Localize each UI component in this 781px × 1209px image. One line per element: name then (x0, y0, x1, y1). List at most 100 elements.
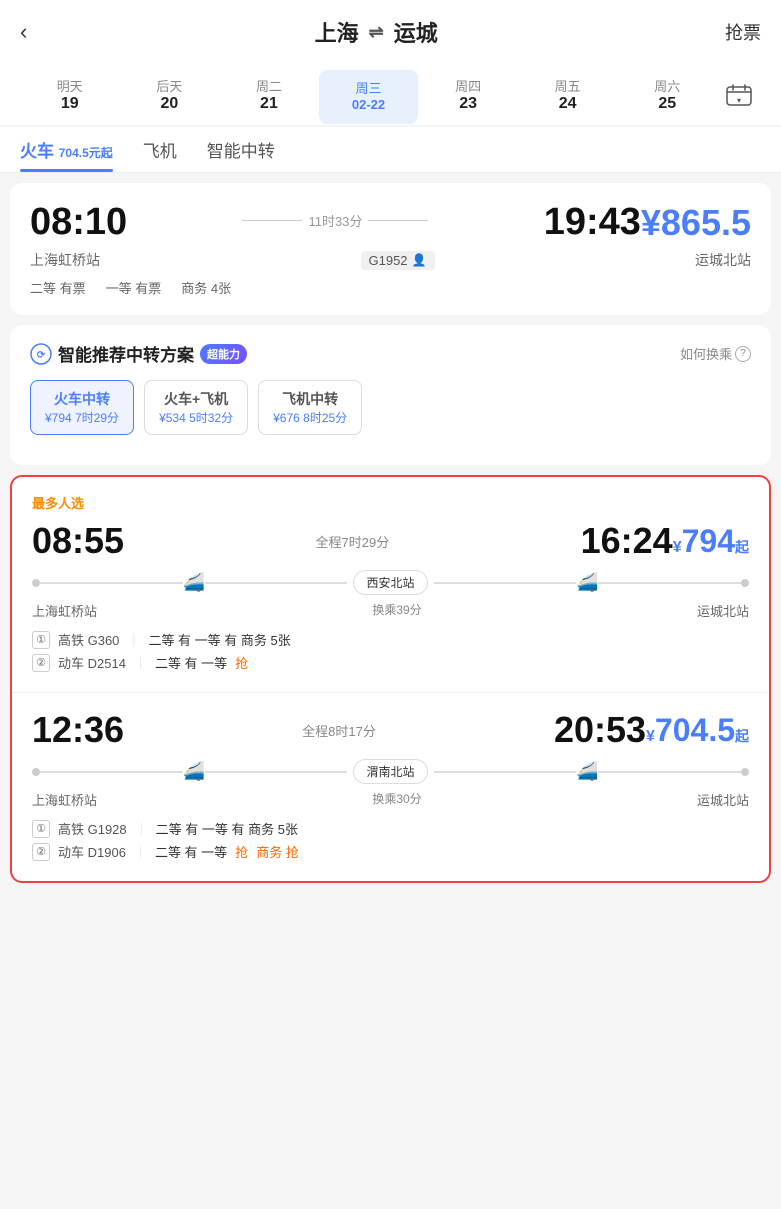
transport-tabs: 火车 704.5元起 飞机 智能中转 (0, 127, 781, 173)
route-line-left-2 (40, 771, 183, 773)
from-station-2: 上海虹桥站 (32, 790, 97, 809)
date-tab-sat[interactable]: 周六 25 (617, 68, 717, 125)
seat-info: 二等 有票 一等 有票 商务 4张 (30, 278, 751, 297)
seats-1-2: 二等 有 一等 (155, 653, 227, 672)
tab-flight[interactable]: 飞机 (143, 137, 177, 172)
transfer-tab-train-flight[interactable]: 火车+飞机 ¥534 5时32分 (144, 380, 248, 435)
direct-train-card[interactable]: 08:10 11时33分 19:43 ¥865.5 上海虹桥站 G1952 👤 … (10, 183, 771, 315)
date-tab-tue[interactable]: 周二 21 (219, 68, 319, 125)
seat-second-class: 二等 有票 (30, 278, 86, 297)
train-seq-2-2: ② (32, 843, 50, 861)
duration-line: 11时33分 (127, 211, 543, 230)
duration-bar-left (242, 220, 302, 221)
price-suffix-1: 起 (735, 539, 749, 555)
business-limited-2-2: 商务 抢 (256, 842, 299, 861)
result-item-2[interactable]: 12:36 全程8时17分 20:53 ¥704.5起 🚄 渭南北站 🚄 上海虹… (12, 693, 769, 881)
price-prefix-1: ¥ (673, 539, 682, 556)
day-label: 周三 (323, 78, 415, 97)
result-main-row-2: 12:36 全程8时17分 20:53 ¥704.5起 (32, 709, 749, 751)
transfer-route-row-2: 🚄 渭南北站 🚄 (32, 759, 749, 784)
depart-station: 上海虹桥站 (30, 250, 100, 270)
route-line-right-1 (598, 582, 741, 584)
train-icon-left-2: 🚄 (183, 761, 205, 782)
depart-time-1: 08:55 (32, 520, 124, 562)
date-num: 23 (422, 95, 514, 113)
date-tab-thu[interactable]: 周四 23 (418, 68, 518, 125)
train-no-2-1: 高铁 G1928 (58, 819, 127, 838)
price-suffix-2: 起 (735, 728, 749, 744)
route-title: 上海 ⇌ 运城 (315, 16, 438, 48)
transfer-tab-fl-label: 飞机中转 (282, 391, 338, 407)
route-line-mid2-2 (434, 771, 577, 773)
price-2: ¥704.5起 (646, 712, 749, 749)
smart-title: ⟳ 智能推荐中转方案 超能力 (30, 341, 247, 366)
person-icon: 👤 (412, 253, 427, 267)
month-date: 02-22 (323, 97, 415, 112)
arrive-time-2: 20:53 (554, 709, 646, 751)
route-dot-right-2 (741, 768, 749, 776)
duration-2: 全程8时17分 (124, 721, 554, 740)
train-seq-2-1: ① (32, 820, 50, 838)
arrive-time-1: 16:24 (581, 520, 673, 562)
date-tab-fri[interactable]: 周五 24 (518, 68, 618, 125)
date-tab-wed[interactable]: 周三 02-22 (319, 70, 419, 124)
route-dot-right-1 (741, 579, 749, 587)
calendar-icon-button[interactable]: ▾ (717, 76, 761, 118)
smart-title-row: ⟳ 智能推荐中转方案 超能力 如何换乘 ? (30, 341, 751, 366)
depart-time: 08:10 (30, 201, 127, 244)
result-main-row-1: 08:55 全程7时29分 16:24 ¥794起 (32, 520, 749, 562)
train-sub-row: 上海虹桥站 G1952 👤 运城北站 (30, 250, 751, 270)
train-detail-1-2: ② 动车 D2514 ｜ 二等 有 一等 抢 (32, 653, 749, 672)
date-tab-day-after[interactable]: 后天 20 (120, 68, 220, 125)
tab-train[interactable]: 火车 704.5元起 (20, 137, 113, 172)
back-button[interactable]: ‹ (20, 19, 27, 45)
how-to-transfer[interactable]: 如何换乘 ? (680, 344, 751, 363)
train-price: ¥865.5 (641, 202, 751, 244)
transfer-type-tabs: 火车中转 ¥794 7时29分 火车+飞机 ¥534 5时32分 飞机中转 ¥6… (30, 380, 751, 435)
date-tab-tomorrow[interactable]: 明天 19 (20, 68, 120, 125)
duration-1: 全程7时29分 (124, 532, 581, 551)
depart-time-2: 12:36 (32, 709, 124, 751)
result-item-1[interactable]: 最多人选 08:55 全程7时29分 16:24 ¥794起 🚄 西安北站 🚄 … (12, 477, 769, 693)
transfer-tab-tf-label: 火车+飞机 (164, 391, 228, 407)
route-line-left-1 (40, 582, 183, 584)
question-icon: ? (735, 346, 751, 362)
route-line-mid2-1 (434, 582, 577, 584)
arrive-time: 19:43 (544, 201, 641, 244)
tab-smart-transfer[interactable]: 智能中转 (207, 137, 275, 172)
train-detail-2-1: ① 高铁 G1928 ｜ 二等 有 一等 有 商务 5张 (32, 819, 749, 838)
seats-2-1: 二等 有 一等 有 商务 5张 (156, 819, 298, 838)
date-num: 20 (124, 95, 216, 113)
route-dot-left-2 (32, 768, 40, 776)
divider-2-1: ｜ (135, 819, 148, 838)
transfer-tab-fl-price: ¥676 8时25分 (273, 409, 347, 426)
grab-ticket-button[interactable]: 抢票 (725, 19, 761, 45)
date-num: 24 (522, 95, 614, 113)
date-num: 21 (223, 95, 315, 113)
day-label: 周二 (223, 76, 315, 95)
transfer-tab-flight[interactable]: 飞机中转 ¥676 8时25分 (258, 380, 362, 435)
train-no-2-2: 动车 D1906 (58, 842, 126, 861)
train-seq-1-1: ① (32, 631, 50, 649)
transfer-tab-tf-price: ¥534 5时32分 (159, 409, 233, 426)
tab-smart-label: 智能中转 (207, 142, 275, 161)
duration-text: 11时33分 (308, 211, 362, 230)
train-icon-right-1: 🚄 (576, 572, 598, 593)
day-label: 后天 (124, 76, 216, 95)
smart-transfer-section: ⟳ 智能推荐中转方案 超能力 如何换乘 ? 火车中转 ¥794 7时29分 火车… (10, 325, 771, 465)
date-tabs: 明天 19 后天 20 周二 21 周三 02-22 周四 23 周五 24 周… (20, 60, 761, 125)
smart-title-text: 智能推荐中转方案 (58, 341, 194, 366)
train-icon-right-2: 🚄 (576, 761, 598, 782)
svg-text:▾: ▾ (737, 96, 741, 105)
transfer-tab-train[interactable]: 火车中转 ¥794 7时29分 (30, 380, 134, 435)
header-top: ‹ 上海 ⇌ 运城 抢票 (20, 16, 761, 60)
super-badge: 超能力 (200, 344, 247, 364)
tab-flight-label: 飞机 (143, 142, 177, 161)
route-line-right-2 (598, 771, 741, 773)
train-duration: 11时33分 (127, 211, 543, 234)
date-num: 19 (24, 95, 116, 113)
transfer-wait-2: 换乘30分 (97, 790, 697, 807)
train-number-badge: G1952 👤 (361, 251, 435, 270)
price-1: ¥794起 (673, 523, 749, 560)
train-detail-2-2: ② 动车 D1906 ｜ 二等 有 一等 抢 商务 抢 (32, 842, 749, 861)
